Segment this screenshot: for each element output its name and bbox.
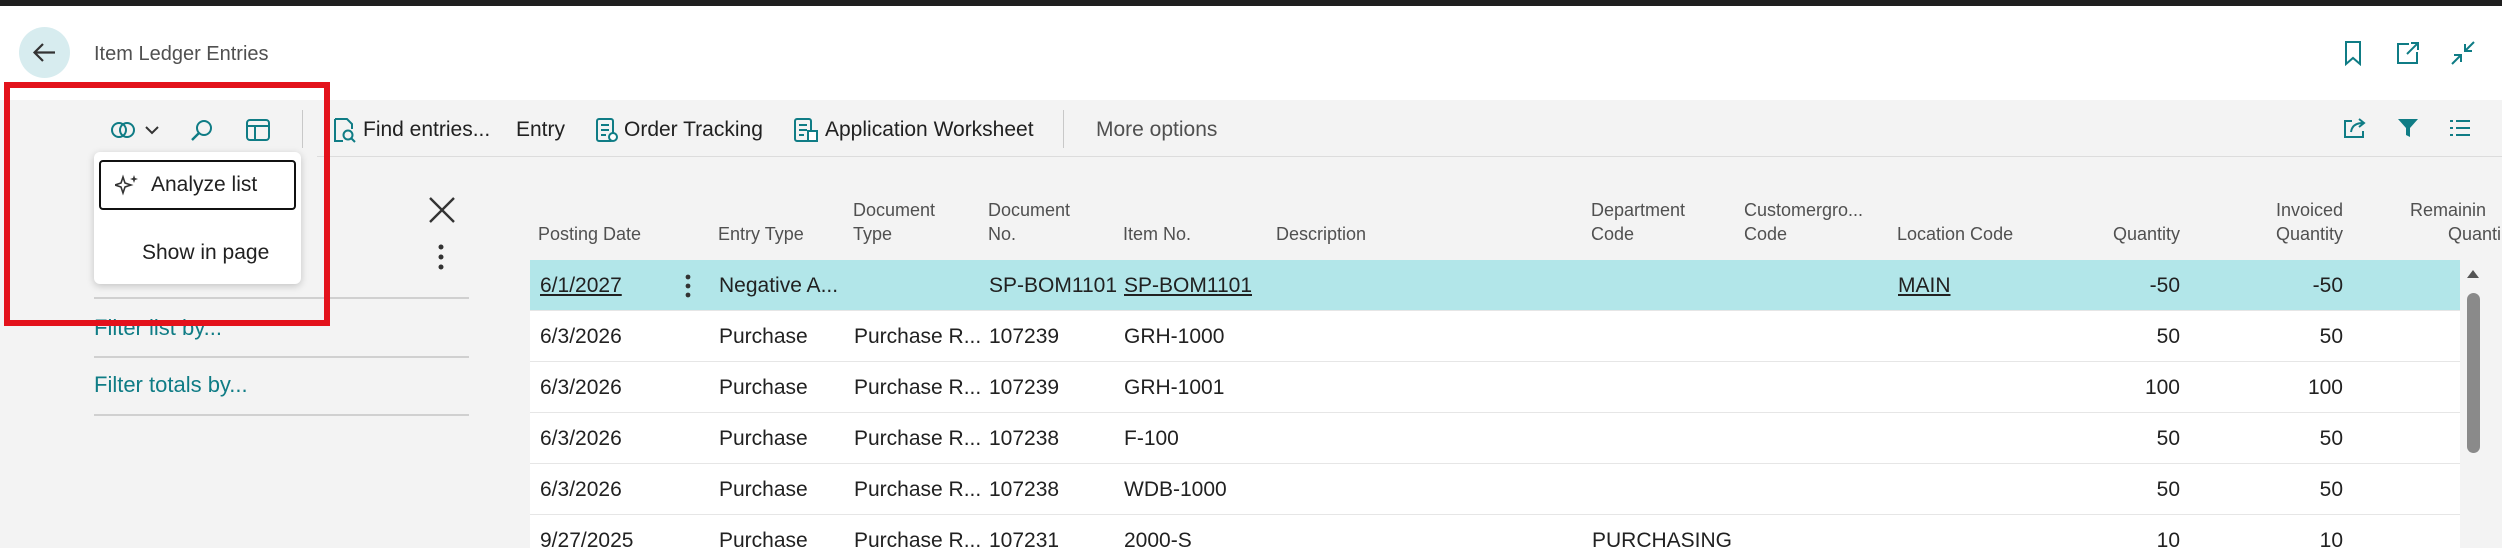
page-header <box>0 6 2502 100</box>
collapse-icon[interactable] <box>2450 40 2476 66</box>
column-header-item-no[interactable]: Item No. <box>1123 222 1191 246</box>
cell-item-no: WDB-1000 <box>1124 478 1227 501</box>
find-entries-icon <box>334 118 356 143</box>
order-tracking-label: Order Tracking <box>624 118 763 141</box>
order-tracking-button[interactable]: Order Tracking <box>594 112 763 148</box>
page-title: Item Ledger Entries <box>94 43 269 65</box>
cell-invoiced-quantity: 50 <box>2319 325 2343 348</box>
column-header-document-no[interactable]: Document No. <box>988 198 1070 246</box>
cell-invoiced-quantity: 50 <box>2319 478 2343 501</box>
cell-location-code[interactable]: MAIN <box>1898 274 1951 298</box>
cell-document-no: 107239 <box>989 325 1060 348</box>
table-row[interactable]: 6/3/2026 Purchase Purchase R... 107238 F… <box>530 413 2460 464</box>
cell-document-no: 107238 <box>989 427 1060 450</box>
column-header-entry-type[interactable]: Entry Type <box>718 222 804 246</box>
column-header-document-type[interactable]: Document Type <box>853 198 935 246</box>
cell-document-no: 107238 <box>989 478 1060 501</box>
cell-quantity: 50 <box>2156 427 2180 450</box>
cell-entry-type: Purchase <box>719 529 808 548</box>
cell-document-no: 107231 <box>989 529 1060 548</box>
share-icon[interactable] <box>2342 116 2368 140</box>
cell-item-no: GRH-1000 <box>1124 325 1225 348</box>
table-row[interactable]: 6/3/2026 Purchase Purchase R... 107238 W… <box>530 464 2460 515</box>
cell-item-no: 2000-S <box>1124 529 1192 548</box>
cell-document-type: Purchase R... <box>854 325 982 348</box>
column-header-description[interactable]: Description <box>1276 222 1366 246</box>
bookmark-icon[interactable] <box>2343 40 2363 66</box>
order-tracking-icon <box>596 118 618 142</box>
find-entries-button[interactable]: Find entries... <box>331 112 490 148</box>
filter-totals-by-link[interactable]: Filter totals by... <box>94 372 248 398</box>
column-header-invoiced-quantity[interactable]: Invoiced Quantity <box>2243 198 2343 246</box>
column-header-location-code[interactable]: Location Code <box>1897 222 2013 246</box>
scrollbar-thumb[interactable] <box>2467 293 2480 453</box>
cell-entry-type: Purchase <box>719 478 808 501</box>
row-actions-icon[interactable] <box>684 273 692 299</box>
cell-invoiced-quantity: 50 <box>2319 427 2343 450</box>
back-arrow-icon <box>32 43 55 62</box>
cell-posting-date: 6/3/2026 <box>540 478 622 501</box>
cell-document-no: 107239 <box>989 376 1060 399</box>
column-header-customergroup-code[interactable]: Customergro... Code <box>1744 198 1863 246</box>
table-row[interactable]: 9/27/2025 Purchase Purchase R... 107231 … <box>530 515 2460 548</box>
cell-posting-date: 9/27/2025 <box>540 529 634 548</box>
cell-posting-date: 6/3/2026 <box>540 325 622 348</box>
close-icon[interactable] <box>427 195 457 225</box>
application-worksheet-label: Application Worksheet <box>825 118 1034 141</box>
toolbar-separator <box>1063 110 1064 148</box>
highlight-annotation-box <box>4 82 330 326</box>
cell-document-no: SP-BOM1101 <box>989 274 1117 297</box>
cell-document-type: Purchase R... <box>854 478 982 501</box>
cell-department-code: PURCHASING <box>1592 529 1733 548</box>
cell-document-type: Purchase R... <box>854 376 982 399</box>
cell-item-no[interactable]: SP-BOM1101 <box>1124 274 1252 298</box>
cell-document-type: Purchase R... <box>854 529 982 548</box>
cell-quantity: 50 <box>2156 325 2180 348</box>
column-header-remaining-quantity[interactable]: Remainin Quanti <box>2410 198 2502 246</box>
column-header-posting-date[interactable]: Posting Date <box>538 222 641 246</box>
cell-posting-date: 6/3/2026 <box>540 427 622 450</box>
column-header-department-code[interactable]: Department Code <box>1591 198 1685 246</box>
list-view-icon[interactable] <box>2448 118 2472 138</box>
cell-invoiced-quantity: 10 <box>2319 529 2343 548</box>
more-options-icon[interactable] <box>437 243 445 271</box>
entry-button[interactable]: Entry <box>516 112 565 148</box>
cell-quantity: 50 <box>2156 478 2180 501</box>
cell-invoiced-quantity: 100 <box>2307 376 2343 399</box>
find-entries-label: Find entries... <box>363 118 491 141</box>
cell-entry-type: Purchase <box>719 376 808 399</box>
table-row[interactable]: 6/3/2026 Purchase Purchase R... 107239 G… <box>530 311 2460 362</box>
table-row-selected[interactable]: 6/1/2027 Negative A... SP-BOM1101 SP-BOM… <box>530 260 2460 311</box>
cell-entry-type: Purchase <box>719 427 808 450</box>
cell-posting-date: 6/3/2026 <box>540 376 622 399</box>
column-header-quantity[interactable]: Quantity <box>2076 222 2180 246</box>
cell-entry-type: Negative A... <box>719 274 839 297</box>
cell-quantity: 100 <box>2144 376 2180 399</box>
cell-entry-type: Purchase <box>719 325 808 348</box>
cell-quantity: -50 <box>2149 274 2180 297</box>
application-worksheet-icon <box>794 118 818 142</box>
application-worksheet-button[interactable]: Application Worksheet <box>793 112 1034 148</box>
cell-document-type: Purchase R... <box>854 427 982 450</box>
filter-pane-divider <box>94 356 469 358</box>
entry-label: Entry <box>516 118 566 141</box>
more-options-label: More options <box>1096 118 1218 141</box>
cell-invoiced-quantity: -50 <box>2312 274 2343 297</box>
cell-item-no: F-100 <box>1124 427 1179 450</box>
table-row[interactable]: 6/3/2026 Purchase Purchase R... 107239 G… <box>530 362 2460 413</box>
filter-pane-divider <box>94 414 469 416</box>
back-button[interactable] <box>19 27 70 78</box>
cell-quantity: 10 <box>2156 529 2180 548</box>
cell-posting-date[interactable]: 6/1/2027 <box>540 274 622 298</box>
scroll-up-arrow-icon[interactable] <box>2466 268 2480 280</box>
cell-item-no: GRH-1001 <box>1124 376 1225 399</box>
filter-icon[interactable] <box>2396 116 2420 140</box>
open-new-window-icon[interactable] <box>2395 40 2421 66</box>
more-options-button[interactable]: More options <box>1096 112 1217 148</box>
